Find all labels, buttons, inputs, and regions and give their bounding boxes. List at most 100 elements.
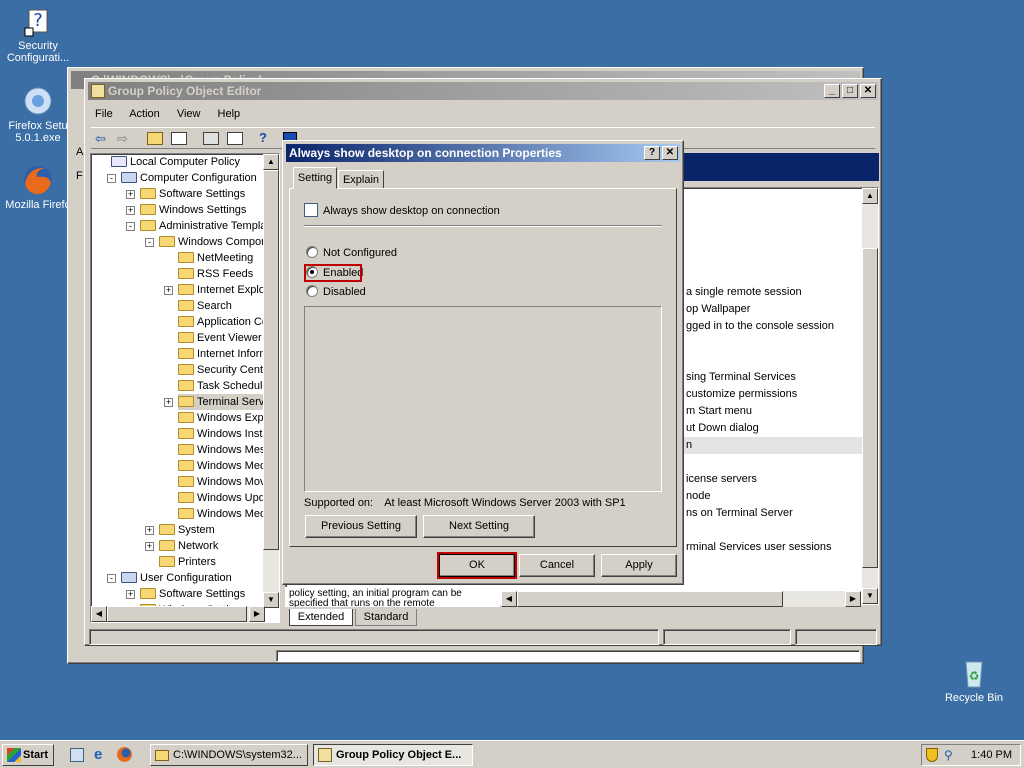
policy-list-item[interactable]: op Wallpaper: [682, 301, 862, 318]
policy-list-item[interactable]: [682, 352, 862, 369]
properties-icon[interactable]: [203, 132, 219, 145]
security-shield-icon[interactable]: [926, 748, 938, 762]
desktop-icon-security-config[interactable]: ? Security Configurati...: [0, 4, 78, 64]
next-setting-button[interactable]: Next Setting: [423, 515, 535, 538]
taskbar-button-gpedit[interactable]: Group Policy Object E...: [313, 744, 473, 766]
tree-item[interactable]: Windows Settings: [140, 202, 246, 218]
tab-extended[interactable]: Extended: [289, 609, 353, 626]
radio-not-configured[interactable]: [306, 246, 318, 259]
policy-list-item[interactable]: customize permissions: [682, 386, 862, 403]
collapse-icon[interactable]: -: [107, 574, 116, 583]
tree-item[interactable]: Administrative Templates: [140, 218, 279, 234]
scroll-up-button[interactable]: ▲: [862, 188, 878, 204]
scroll-thumb[interactable]: [263, 170, 279, 550]
policy-list-item[interactable]: m Start menu: [682, 403, 862, 420]
show-tree-icon[interactable]: [171, 132, 187, 145]
tree-item[interactable]: Search: [178, 298, 232, 314]
quick-launch-firefox-icon[interactable]: [117, 747, 132, 762]
menu-file[interactable]: File: [95, 108, 113, 120]
properties-dialog[interactable]: Always show desktop on connection Proper…: [282, 140, 684, 585]
tree-item[interactable]: Task Scheduler: [178, 378, 272, 394]
help-button[interactable]: ?: [644, 146, 660, 160]
back-arrow-icon[interactable]: ⇦: [95, 131, 106, 147]
help-icon[interactable]: ?: [259, 130, 267, 145]
expand-icon[interactable]: +: [126, 590, 135, 599]
menu-help[interactable]: Help: [218, 108, 241, 120]
tree-item[interactable]: System: [159, 522, 215, 538]
desktop-icon-recycle-bin[interactable]: ♻ Recycle Bin: [934, 656, 1014, 704]
tree-horizontal-scrollbar[interactable]: ◀ ▶: [91, 606, 265, 622]
policy-list-item[interactable]: [682, 335, 862, 352]
tree-pane[interactable]: Local Computer Policy Computer Configurat…: [90, 153, 280, 623]
tree-item[interactable]: Printers: [159, 554, 216, 570]
quick-launch-show-desktop-icon[interactable]: [70, 748, 84, 762]
maximize-button[interactable]: □: [842, 84, 858, 98]
scroll-right-button[interactable]: ▶: [249, 606, 265, 622]
expand-icon[interactable]: +: [145, 526, 154, 535]
apply-button[interactable]: Apply: [601, 554, 677, 577]
close-button[interactable]: ✕: [860, 84, 876, 98]
tree-item[interactable]: Software Settings: [140, 186, 245, 202]
dialog-titlebar[interactable]: Always show desktop on connection Proper…: [286, 144, 680, 162]
tree-item[interactable]: RSS Feeds: [178, 266, 253, 282]
scroll-left-button[interactable]: ◀: [501, 591, 517, 607]
policy-list-item[interactable]: ns on Terminal Server: [682, 505, 862, 522]
collapse-icon[interactable]: -: [107, 174, 116, 183]
scroll-left-button[interactable]: ◀: [91, 606, 107, 622]
option-disabled[interactable]: Disabled: [306, 285, 366, 298]
policy-list-item[interactable]: node: [682, 488, 862, 505]
collapse-icon[interactable]: -: [145, 238, 154, 247]
minimize-button[interactable]: _: [824, 84, 840, 98]
export-list-icon[interactable]: [227, 132, 243, 145]
policy-list-item[interactable]: gged in to the console session: [682, 318, 862, 335]
policy-list-item[interactable]: a single remote session: [682, 284, 862, 301]
network-search-icon[interactable]: ⚲: [944, 748, 953, 762]
h-scroll-thumb[interactable]: [517, 591, 783, 607]
collapse-icon[interactable]: -: [126, 222, 135, 231]
tree-item[interactable]: Windows Components: [159, 234, 279, 250]
scroll-right-button[interactable]: ▶: [845, 591, 861, 607]
policy-list-item[interactable]: [682, 454, 862, 471]
close-button[interactable]: ✕: [662, 146, 678, 160]
tree-item[interactable]: NetMeeting: [178, 250, 253, 266]
tree-item[interactable]: Software Settings: [140, 586, 245, 602]
expand-icon[interactable]: +: [164, 286, 173, 295]
expand-icon[interactable]: +: [145, 542, 154, 551]
forward-arrow-icon[interactable]: ⇨: [117, 131, 128, 147]
policy-list-item[interactable]: sing Terminal Services: [682, 369, 862, 386]
policy-list-item[interactable]: rminal Services user sessions: [682, 539, 862, 556]
expand-icon[interactable]: +: [126, 206, 135, 215]
tree-item[interactable]: User Configuration: [121, 570, 232, 586]
option-not-configured[interactable]: Not Configured: [306, 246, 397, 259]
h-scroll-thumb[interactable]: [107, 606, 247, 622]
start-button[interactable]: Start: [2, 744, 54, 766]
scroll-down-button[interactable]: ▼: [263, 592, 279, 608]
radio-disabled[interactable]: [306, 285, 318, 298]
scroll-down-button[interactable]: ▼: [862, 588, 878, 604]
cancel-button[interactable]: Cancel: [519, 554, 595, 577]
gpedit-titlebar[interactable]: Group Policy Object Editor _ □ ✕: [88, 82, 878, 100]
expand-icon[interactable]: +: [126, 190, 135, 199]
clock[interactable]: 1:40 PM: [971, 749, 1012, 761]
tab-setting[interactable]: Setting: [293, 167, 337, 189]
policy-list-item[interactable]: icense servers: [682, 471, 862, 488]
policy-list-item[interactable]: n: [682, 437, 862, 454]
details-vertical-scrollbar[interactable]: ▲ ▼: [862, 188, 878, 604]
up-folder-icon[interactable]: [147, 132, 163, 145]
menu-view[interactable]: View: [177, 108, 201, 120]
tree-vertical-scrollbar[interactable]: ▲ ▼: [263, 154, 279, 608]
details-horizontal-scrollbar[interactable]: ◀ ▶: [501, 591, 861, 607]
policy-list-item[interactable]: ut Down dialog: [682, 420, 862, 437]
policy-list-item[interactable]: [682, 522, 862, 539]
expand-icon[interactable]: +: [164, 398, 173, 407]
menu-action[interactable]: Action: [129, 108, 160, 120]
tree-item[interactable]: Event Viewer: [178, 330, 262, 346]
tree-item[interactable]: Network: [159, 538, 218, 554]
tree-item[interactable]: Security Center: [178, 362, 273, 378]
tree-item[interactable]: Computer Configuration: [121, 170, 257, 186]
taskbar-button-explorer[interactable]: C:\WINDOWS\system32...: [150, 744, 308, 766]
tab-explain[interactable]: Explain: [338, 170, 384, 189]
scroll-thumb[interactable]: [862, 248, 878, 568]
quick-launch-ie-icon[interactable]: e: [94, 746, 102, 763]
scroll-up-button[interactable]: ▲: [263, 154, 279, 170]
